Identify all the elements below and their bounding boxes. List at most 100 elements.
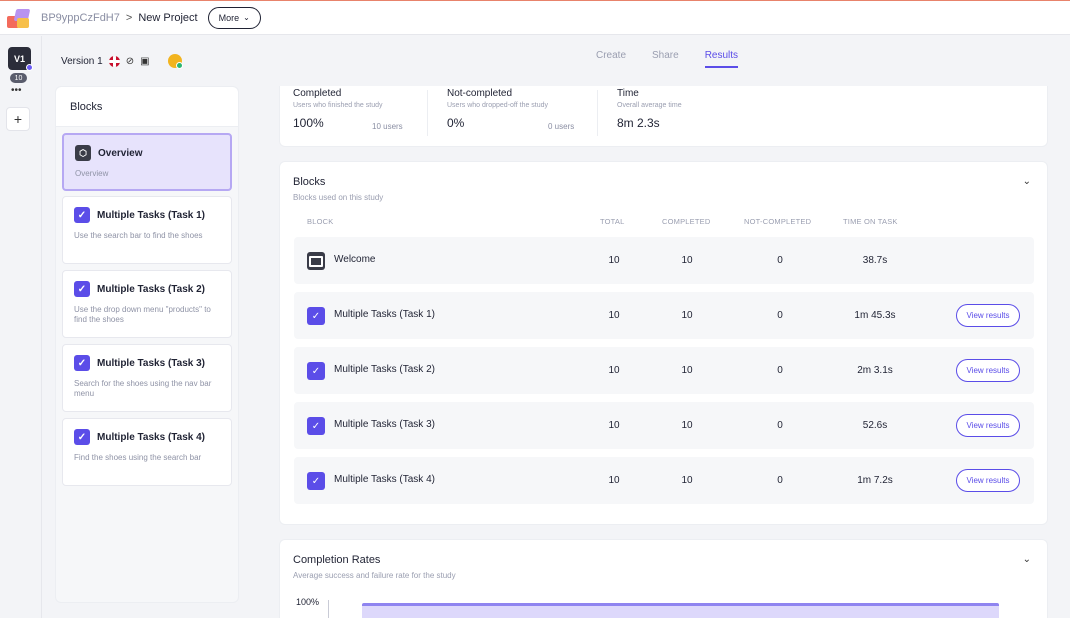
welcome-icon <box>307 252 325 270</box>
stat-label: Time <box>617 88 639 99</box>
sidebar-item-title: Multiple Tasks (Task 4) <box>97 431 205 443</box>
view-results-button[interactable]: View results <box>956 469 1020 492</box>
stat-label: Not-completed <box>447 88 513 99</box>
summary-stats-card: Completed Users who finished the study 1… <box>279 86 1048 147</box>
column-header: TIME ON TASK <box>843 217 898 226</box>
tab-share[interactable]: Share <box>652 50 679 68</box>
completion-rates-card: Completion Rates Average success and fai… <box>279 539 1048 618</box>
row-total: 10 <box>608 310 620 321</box>
view-results-button[interactable]: View results <box>956 359 1020 382</box>
sidebar-item-title: Multiple Tasks (Task 1) <box>97 209 205 221</box>
checkbox-icon: ✓ <box>307 362 325 380</box>
row-total: 10 <box>608 365 620 376</box>
blocks-sidebar-title: Blocks <box>56 87 238 127</box>
stat-value: 100% <box>293 116 324 130</box>
column-header: COMPLETED <box>662 217 711 226</box>
y-axis <box>328 600 329 618</box>
table-row[interactable]: ✓ Multiple Tasks (Task 1) 10 10 0 1m 45.… <box>294 292 1034 339</box>
add-version-button[interactable]: + <box>6 107 30 131</box>
sidebar-item-desc: Find the shoes using the search bar <box>74 453 202 462</box>
completion-bar <box>362 603 999 618</box>
more-button-label: More <box>218 12 240 23</box>
stat-value: 0% <box>447 116 465 130</box>
stat-sub: Users who finished the study <box>293 102 383 109</box>
row-not-completed: 0 <box>777 365 783 376</box>
user-avatar-icon[interactable] <box>167 54 183 69</box>
blocks-sidebar: Blocks ⬡ Overview Overview ✓ Multiple Ta… <box>55 86 239 603</box>
card-subtitle: Blocks used on this study <box>293 193 384 202</box>
row-name: Multiple Tasks (Task 4) <box>334 474 435 485</box>
breadcrumb-project-id[interactable]: BP9yppCzFdH7 <box>41 12 120 24</box>
version-header: Version 1 ⊘ ▣ <box>61 53 183 69</box>
row-time: 38.7s <box>862 255 888 266</box>
sidebar-item-task-3[interactable]: ✓ Multiple Tasks (Task 3) Search for the… <box>62 344 232 412</box>
stat-value: 8m 2.3s <box>617 116 660 130</box>
stat-users: 10 users <box>372 122 403 131</box>
active-dot-icon <box>26 64 33 71</box>
checkbox-icon: ✓ <box>74 429 90 445</box>
row-total: 10 <box>608 255 620 266</box>
row-time: 2m 3.1s <box>857 365 893 376</box>
main-tabs: Create Share Results <box>596 50 739 68</box>
row-completed: 10 <box>681 365 693 376</box>
version-rail: V1 10 ••• + <box>0 36 42 618</box>
row-total: 10 <box>608 420 620 431</box>
row-name: Multiple Tasks (Task 1) <box>334 309 435 320</box>
version-count-badge: 10 <box>10 73 27 83</box>
breadcrumb-project-name[interactable]: New Project <box>138 12 197 24</box>
uk-flag-icon <box>108 55 120 67</box>
sidebar-item-title: Multiple Tasks (Task 2) <box>97 283 205 295</box>
stat-sub: Users who dropped-off the study <box>447 102 549 109</box>
tab-create[interactable]: Create <box>596 50 626 68</box>
card-title: Completion Rates <box>293 554 381 566</box>
checkbox-icon: ✓ <box>307 417 325 435</box>
row-not-completed: 0 <box>777 310 783 321</box>
row-not-completed: 0 <box>777 475 783 486</box>
stat-label: Completed <box>293 88 342 99</box>
row-name: Welcome <box>334 254 376 265</box>
top-bar: BP9yppCzFdH7 > New Project More ⌄ <box>0 1 1070 35</box>
sidebar-item-overview[interactable]: ⬡ Overview Overview <box>62 133 232 191</box>
stat-not-completed: Not-completed Users who dropped-off the … <box>447 88 548 130</box>
eye-off-icon[interactable]: ⊘ <box>126 56 134 67</box>
row-time: 1m 45.3s <box>854 310 896 321</box>
row-not-completed: 0 <box>777 420 783 431</box>
row-not-completed: 0 <box>777 255 783 266</box>
sidebar-item-desc: Use the search bar to find the shoes <box>74 231 203 240</box>
cube-icon: ⬡ <box>75 145 91 161</box>
checkbox-icon: ✓ <box>74 355 90 371</box>
sidebar-item-task-2[interactable]: ✓ Multiple Tasks (Task 2) Use the drop d… <box>62 270 232 338</box>
stat-sub: Overall average time <box>617 102 682 109</box>
more-options-icon[interactable]: ••• <box>11 85 22 96</box>
sidebar-item-title: Overview <box>98 147 143 159</box>
sidebar-item-desc: Search for the shoes using the nav bar m… <box>74 379 212 398</box>
blocks-table-card: Blocks Blocks used on this study ⌄ BLOCK… <box>279 161 1048 525</box>
divider <box>597 90 598 136</box>
chevron-down-icon[interactable]: ⌄ <box>1023 554 1031 565</box>
view-results-button[interactable]: View results <box>956 414 1020 437</box>
row-time: 52.6s <box>862 420 888 431</box>
stat-time: Time Overall average time 8m 2.3s <box>617 88 682 130</box>
row-completed: 10 <box>681 255 693 266</box>
table-row[interactable]: Welcome 10 10 0 38.7s <box>294 237 1034 284</box>
stat-completed: Completed Users who finished the study 1… <box>293 88 383 130</box>
more-button[interactable]: More ⌄ <box>207 6 261 29</box>
checkbox-icon: ✓ <box>307 307 325 325</box>
view-results-button[interactable]: View results <box>956 304 1020 327</box>
sidebar-item-task-1[interactable]: ✓ Multiple Tasks (Task 1) Use the search… <box>62 196 232 264</box>
version-label: Version 1 <box>61 55 103 67</box>
column-header: TOTAL <box>600 217 625 226</box>
app-logo[interactable] <box>7 6 31 30</box>
tab-results[interactable]: Results <box>704 50 739 68</box>
stat-users: 0 users <box>548 122 575 131</box>
card-title: Blocks <box>293 176 326 188</box>
table-row[interactable]: ✓ Multiple Tasks (Task 3) 10 10 0 52.6s … <box>294 402 1034 449</box>
row-time: 1m 7.2s <box>857 475 893 486</box>
breadcrumb-separator: > <box>125 11 133 24</box>
table-row[interactable]: ✓ Multiple Tasks (Task 4) 10 10 0 1m 7.2… <box>294 457 1034 504</box>
table-row[interactable]: ✓ Multiple Tasks (Task 2) 10 10 0 2m 3.1… <box>294 347 1034 394</box>
layout-icon[interactable]: ▣ <box>140 56 149 67</box>
sidebar-item-task-4[interactable]: ✓ Multiple Tasks (Task 4) Find the shoes… <box>62 418 232 486</box>
row-completed: 10 <box>681 420 693 431</box>
chevron-down-icon[interactable]: ⌄ <box>1023 176 1031 187</box>
